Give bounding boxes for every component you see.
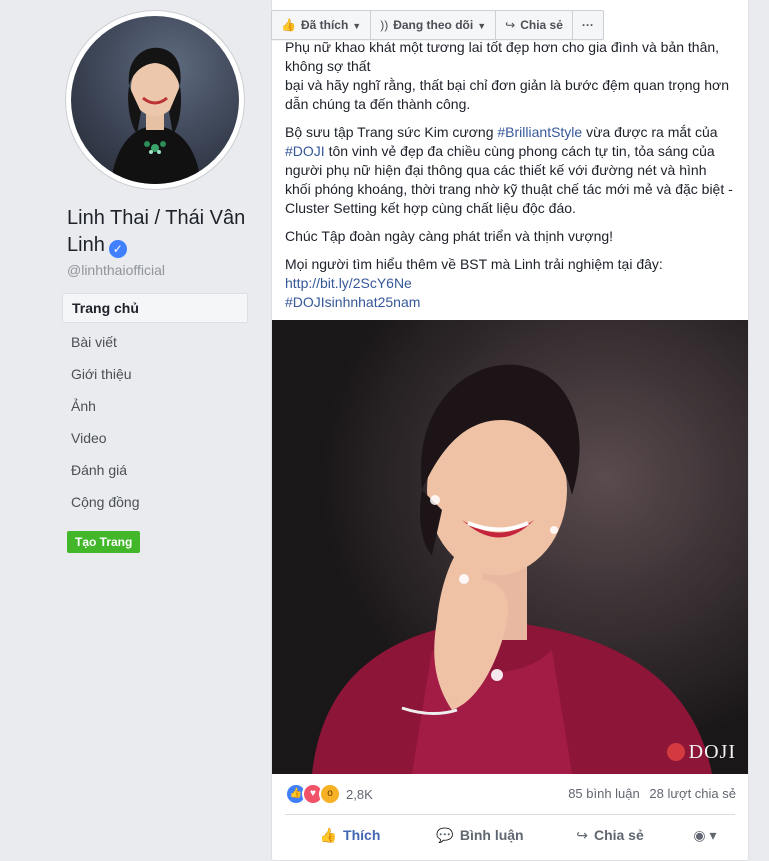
share-button[interactable]: ↪ Chia sẻ <box>545 827 675 844</box>
nav-item-posts[interactable]: Bài viết <box>62 326 248 358</box>
liked-button[interactable]: 👍 Đã thích ▼ <box>272 11 372 39</box>
page-action-toolbar: 👍 Đã thích ▼ )) Đang theo dõi ▼ ↪ Chia sẻ ··· <box>271 10 604 40</box>
comment-button[interactable]: 💬 Bình luận <box>415 827 545 844</box>
share-count[interactable]: 28 lượt chia sẻ <box>649 786 736 801</box>
author-avatar-icon: ◉ <box>693 826 706 843</box>
hashtag-doji-birthday[interactable]: #DOJIsinhnhat25nam <box>285 294 420 310</box>
reaction-summary[interactable]: 👍 ♥ o 2,8K <box>285 783 373 805</box>
nav-item-home[interactable]: Trang chủ <box>62 293 248 323</box>
post-card: Phụ nữ khao khát một tương lai tốt đẹp h… <box>271 0 749 861</box>
reaction-count[interactable]: 2,8K <box>346 787 373 802</box>
post-text-2a: Bộ sưu tập Trang sức Kim cương <box>285 124 498 140</box>
comment-count[interactable]: 85 bình luận <box>568 786 640 801</box>
chevron-down-icon: ▾ <box>709 826 717 843</box>
chevron-down-icon: ▼ <box>352 21 362 31</box>
nav-item-video[interactable]: Video <box>62 422 248 454</box>
post-actions: 👍 Thích 💬 Bình luận ↪ Chia sẻ ◉ ▾ <box>285 814 735 855</box>
nav-item-community[interactable]: Cộng đồng <box>62 486 248 518</box>
chevron-down-icon: ▼ <box>477 21 487 31</box>
post-photo[interactable]: DOJI <box>272 320 748 774</box>
nav-item-about[interactable]: Giới thiệu <box>62 358 248 390</box>
rss-icon: )) <box>380 18 389 32</box>
share-arrow-icon: ↪ <box>576 826 588 843</box>
thumbs-up-icon: 👍 <box>281 18 296 32</box>
post-paragraph-1: Phụ nữ khao khát một tương lai tốt đẹp h… <box>285 38 735 114</box>
following-label: Đang theo dõi <box>393 18 474 32</box>
avatar-image <box>71 16 239 184</box>
share-page-label: Chia sẻ <box>520 18 563 32</box>
photo-watermark: DOJI <box>666 741 736 764</box>
post-text-4: Mọi người tìm hiểu thêm về BST mà Linh t… <box>285 256 663 272</box>
comment-label: Bình luận <box>459 826 524 843</box>
photo-watermark-text: DOJI <box>688 741 736 763</box>
post-line-1a: Phụ nữ khao khát một tương lai tốt đẹp h… <box>285 39 720 74</box>
post-body: Phụ nữ khao khát một tương lai tốt đẹp h… <box>285 38 735 321</box>
nav-item-reviews[interactable]: Đánh giá <box>62 454 248 486</box>
post-text-2c: tôn vinh vẻ đẹp đa chiều cùng phong cách… <box>285 143 733 216</box>
share-arrow-icon: ↪ <box>505 18 516 32</box>
share-label: Chia sẻ <box>593 826 644 843</box>
page-handle: @linhthaiofficial <box>67 262 166 278</box>
post-text-2b: vừa được ra mắt của <box>582 124 718 140</box>
profile-picture[interactable] <box>66 11 244 189</box>
like-label: Thích <box>343 826 381 843</box>
post-paragraph-2: Bộ sưu tập Trang sức Kim cương #Brillian… <box>285 123 735 218</box>
more-options-button[interactable]: ··· <box>573 11 603 39</box>
verified-badge-icon: ✓ <box>108 240 127 258</box>
post-as-selector[interactable]: ◉ ▾ <box>675 827 735 844</box>
page-name[interactable]: Linh Thai / Thái Vân Linh ✓ <box>67 205 257 259</box>
doji-logo-icon <box>666 743 685 761</box>
post-paragraph-4: Mọi người tìm hiểu thêm về BST mà Linh t… <box>285 255 735 312</box>
share-page-button[interactable]: ↪ Chia sẻ <box>496 11 573 39</box>
page-sidebar: Linh Thai / Thái Vân Linh ✓ @linhthaioffi… <box>0 0 258 860</box>
like-button[interactable]: 👍 Thích <box>285 827 415 844</box>
following-button[interactable]: )) Đang theo dõi ▼ <box>371 11 497 39</box>
post-stats: 85 bình luận 28 lượt chia sẻ <box>562 786 736 801</box>
thumbs-up-icon: 👍 <box>319 826 338 843</box>
wow-reaction-icon: o <box>319 783 341 805</box>
post-paragraph-3: Chúc Tập đoàn ngày càng phát triển và th… <box>285 228 614 244</box>
hashtag-brilliantstyle[interactable]: #BrilliantStyle <box>497 124 582 140</box>
nav-item-photos[interactable]: Ảnh <box>62 390 248 422</box>
page-nav: Trang chủ Bài viết Giới thiệu Ảnh Video … <box>62 293 248 518</box>
comment-icon: 💬 <box>436 826 454 843</box>
hashtag-doji[interactable]: #DOJI <box>285 143 325 159</box>
post-line-1b: bại và hãy nghĩ rằng, thất bại chỉ đơn g… <box>285 77 729 112</box>
page-name-text: Linh Thai / Thái Vân Linh <box>67 207 246 256</box>
post-link[interactable]: http://bit.ly/2ScY6Ne <box>285 275 412 291</box>
create-page-button[interactable]: Tạo Trang <box>67 531 141 553</box>
liked-label: Đã thích <box>300 18 349 32</box>
